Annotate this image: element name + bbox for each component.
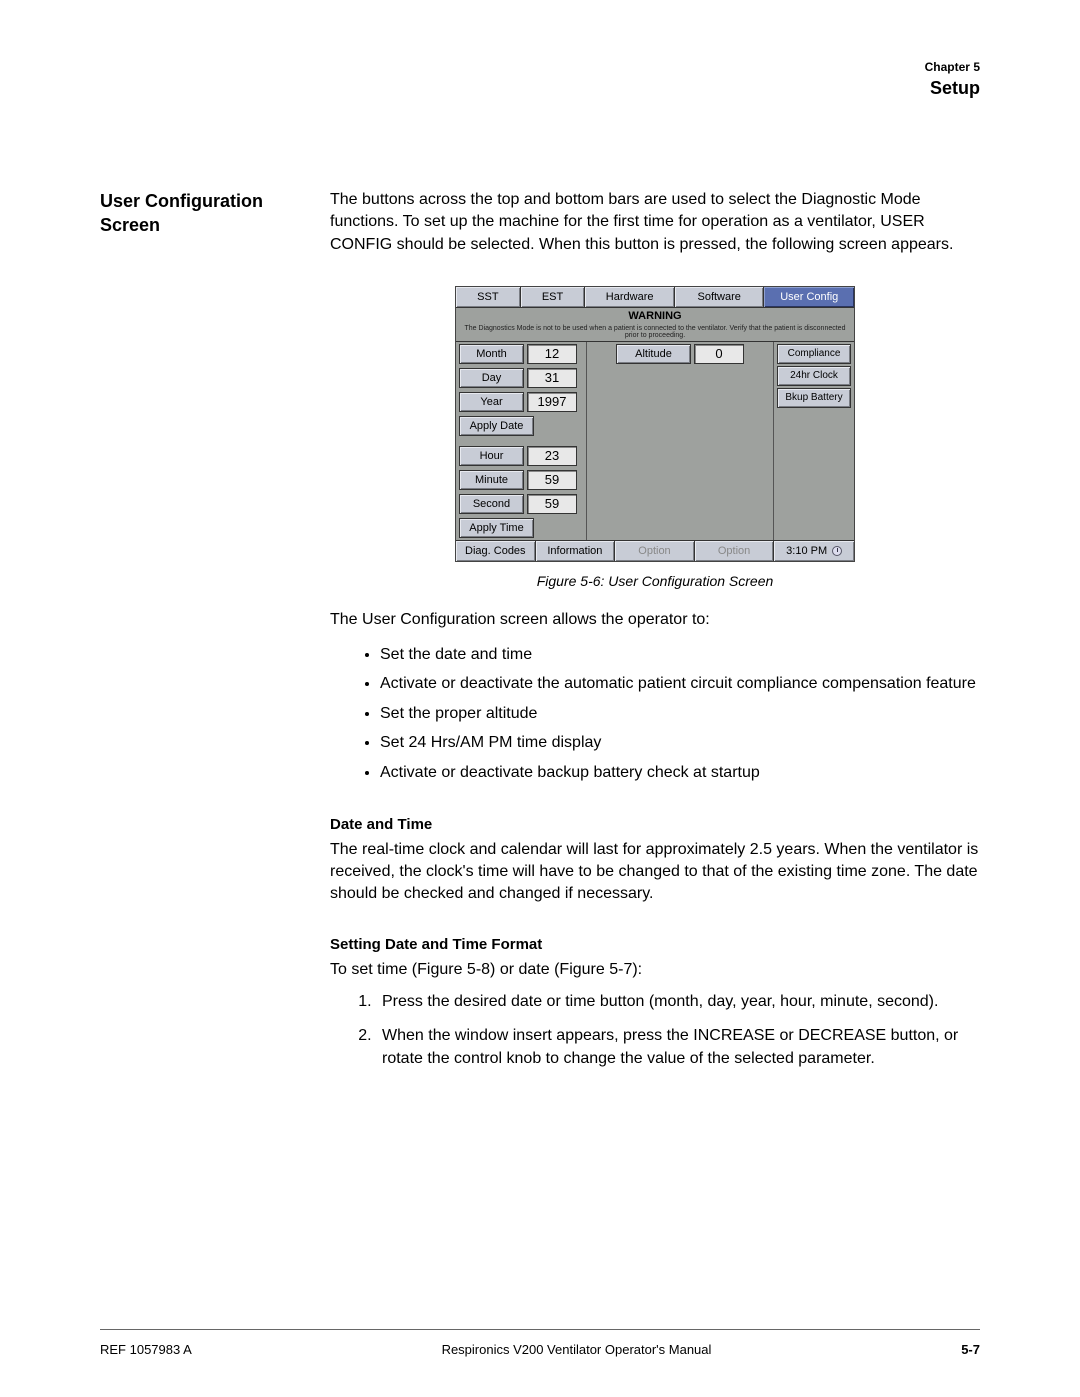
page-header: Chapter 5 Setup bbox=[100, 60, 980, 99]
tab-sst[interactable]: SST bbox=[456, 287, 521, 307]
altitude-value: 0 bbox=[694, 344, 744, 364]
date-time-paragraph: The real-time clock and calendar will la… bbox=[330, 839, 980, 906]
day-value: 31 bbox=[527, 368, 577, 388]
year-button[interactable]: Year bbox=[459, 392, 524, 412]
list-item: Set the date and time bbox=[380, 642, 980, 668]
subhead-format: Setting Date and Time Format bbox=[330, 934, 980, 955]
clock-time: 3:10 PM bbox=[786, 545, 827, 557]
warning-text: The Diagnostics Mode is not to be used w… bbox=[456, 325, 854, 341]
minute-button[interactable]: Minute bbox=[459, 470, 524, 490]
list-item: When the window insert appears, press th… bbox=[376, 1025, 980, 1070]
bkup-battery-button[interactable]: Bkup Battery bbox=[777, 388, 851, 408]
lead-paragraph: The User Configuration screen allows the… bbox=[330, 609, 980, 631]
date-time-column: Month 12 Day 31 Year 1997 bbox=[456, 342, 586, 540]
footer-manual: Respironics V200 Ventilator Operator's M… bbox=[442, 1342, 712, 1357]
page-footer: REF 1057983 A Respironics V200 Ventilato… bbox=[100, 1329, 980, 1357]
footer-page: 5-7 bbox=[961, 1342, 980, 1357]
options-column: Compliance 24hr Clock Bkup Battery bbox=[774, 342, 854, 540]
list-item: Press the desired date or time button (m… bbox=[376, 991, 980, 1013]
bullet-list: Set the date and time Activate or deacti… bbox=[380, 642, 980, 786]
apply-time-button[interactable]: Apply Time bbox=[459, 518, 534, 538]
month-value: 12 bbox=[527, 344, 577, 364]
step-list: Press the desired date or time button (m… bbox=[376, 991, 980, 1070]
24hr-clock-button[interactable]: 24hr Clock bbox=[777, 366, 851, 386]
altitude-button[interactable]: Altitude bbox=[616, 344, 691, 364]
warning-title: WARNING bbox=[456, 308, 854, 324]
tab-option-2: Option bbox=[695, 541, 775, 561]
subhead-date-time: Date and Time bbox=[330, 814, 980, 835]
month-button[interactable]: Month bbox=[459, 344, 524, 364]
apply-date-button[interactable]: Apply Date bbox=[459, 416, 534, 436]
day-button[interactable]: Day bbox=[459, 368, 524, 388]
year-value: 1997 bbox=[527, 392, 577, 412]
section-title: User Configuration Screen bbox=[100, 189, 300, 238]
footer-ref: REF 1057983 A bbox=[100, 1342, 192, 1357]
format-lead: To set time (Figure 5-8) or date (Figure… bbox=[330, 959, 980, 981]
chapter-title: Setup bbox=[100, 78, 980, 99]
bottom-tab-bar: Diag. Codes Information Option Option 3:… bbox=[456, 540, 854, 561]
figure-caption: Figure 5-6: User Configuration Screen bbox=[330, 572, 980, 592]
tab-hardware[interactable]: Hardware bbox=[585, 287, 675, 307]
second-button[interactable]: Second bbox=[459, 494, 524, 514]
tab-software[interactable]: Software bbox=[675, 287, 765, 307]
clock-icon bbox=[832, 546, 842, 556]
altitude-column: Altitude 0 bbox=[586, 342, 774, 540]
compliance-button[interactable]: Compliance bbox=[777, 344, 851, 364]
hour-value: 23 bbox=[527, 446, 577, 466]
chapter-label: Chapter 5 bbox=[100, 60, 980, 74]
tab-information[interactable]: Information bbox=[536, 541, 616, 561]
hour-button[interactable]: Hour bbox=[459, 446, 524, 466]
config-main-area: Month 12 Day 31 Year 1997 bbox=[456, 341, 854, 540]
top-tab-bar: SST EST Hardware Software User Config bbox=[456, 287, 854, 308]
list-item: Set 24 Hrs/AM PM time display bbox=[380, 730, 980, 756]
minute-value: 59 bbox=[527, 470, 577, 490]
list-item: Activate or deactivate the automatic pat… bbox=[380, 671, 980, 697]
tab-option-1: Option bbox=[615, 541, 695, 561]
list-item: Set the proper altitude bbox=[380, 701, 980, 727]
figure: SST EST Hardware Software User Config WA… bbox=[330, 286, 980, 591]
tab-diag-codes[interactable]: Diag. Codes bbox=[456, 541, 536, 561]
tab-user-config[interactable]: User Config bbox=[764, 287, 854, 307]
intro-paragraph: The buttons across the top and bottom ba… bbox=[330, 189, 980, 256]
user-config-screenshot: SST EST Hardware Software User Config WA… bbox=[455, 286, 855, 561]
second-value: 59 bbox=[527, 494, 577, 514]
list-item: Activate or deactivate backup battery ch… bbox=[380, 760, 980, 786]
tab-clock[interactable]: 3:10 PM bbox=[774, 541, 854, 561]
tab-est[interactable]: EST bbox=[521, 287, 586, 307]
